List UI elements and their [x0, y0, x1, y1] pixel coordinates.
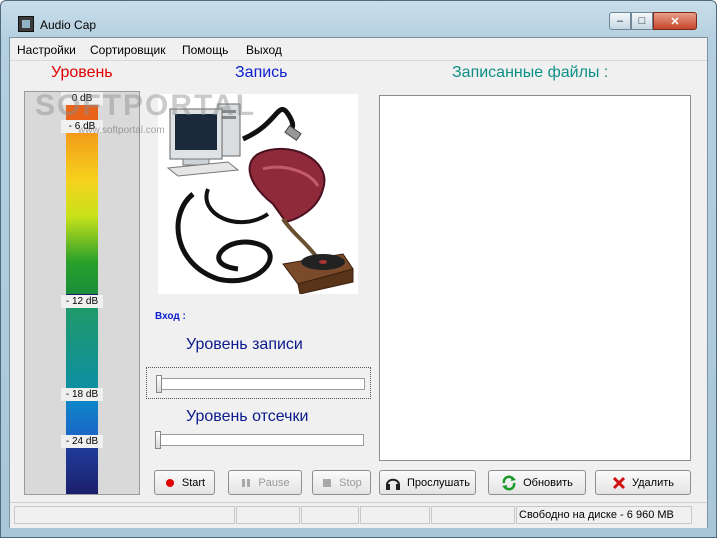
record-level-thumb[interactable] — [156, 375, 162, 393]
record-level-track[interactable] — [157, 378, 365, 390]
record-level-slider-focus — [146, 367, 371, 399]
cutoff-level-thumb[interactable] — [155, 431, 161, 449]
headphones-icon — [385, 476, 401, 490]
pause-button[interactable]: Pause — [228, 470, 302, 495]
recorded-files-header: Записанные файлы : — [452, 64, 609, 81]
disk-space-status: Свободно на диске - 6 960 MB — [516, 506, 692, 524]
delete-button-label: Удалить — [632, 476, 674, 489]
disk-space-value: 6 960 MB — [626, 509, 674, 521]
meter-segment-teal — [66, 307, 98, 388]
pause-button-label: Pause — [258, 476, 290, 489]
start-button-label: Start — [181, 476, 206, 489]
maximize-icon: □ — [638, 15, 646, 27]
meter-label-12db: - 12 dB — [61, 295, 103, 308]
meter-label-6db: - 6 dB — [61, 120, 103, 133]
meter-label-18db: - 18 dB — [61, 388, 103, 401]
status-cell-4 — [360, 506, 430, 524]
meter-segment-blue — [66, 401, 98, 435]
status-cell-5 — [431, 506, 515, 524]
minimize-button[interactable]: – — [609, 12, 631, 30]
record-header: Запись — [235, 64, 288, 81]
app-icon[interactable] — [18, 16, 34, 32]
level-meter-bar — [66, 92, 98, 494]
app-window: Audio Cap – □ ✕ Настройки Сортировщик По… — [0, 0, 717, 538]
input-label: Вход : — [155, 311, 186, 322]
maximize-button[interactable]: □ — [631, 12, 653, 30]
meter-label-0db: 0 dB — [61, 92, 103, 105]
minimize-icon: – — [616, 15, 624, 27]
menu-sorter[interactable]: Сортировщик — [90, 43, 166, 57]
title-bar[interactable]: Audio Cap – □ ✕ — [1, 1, 716, 37]
disk-space-label: Свободно на диске - — [519, 509, 624, 521]
status-cell-2 — [236, 506, 300, 524]
stop-icon — [321, 477, 333, 489]
level-header: Уровень — [51, 64, 113, 81]
meter-segment-warm — [66, 132, 98, 294]
status-cell-3 — [301, 506, 359, 524]
cutoff-level-track[interactable] — [156, 434, 364, 446]
refresh-icon — [501, 475, 517, 491]
menu-help[interactable]: Помощь — [182, 43, 228, 57]
refresh-button[interactable]: Обновить — [488, 470, 586, 495]
menu-bar: Настройки Сортировщик Помощь Выход — [10, 38, 707, 61]
stop-button-label: Stop — [339, 476, 362, 489]
level-meter: 0 dB - 6 dB - 12 dB - 18 dB - 24 dB — [24, 91, 140, 495]
window-title: Audio Cap — [40, 18, 97, 32]
menu-settings[interactable]: Настройки — [17, 43, 76, 57]
stop-button[interactable]: Stop — [312, 470, 371, 495]
close-button[interactable]: ✕ — [653, 12, 697, 30]
listen-button-label: Прослушать — [406, 476, 471, 489]
meter-segment-navy — [66, 448, 98, 494]
app-illustration — [158, 94, 358, 295]
record-dot-icon — [164, 477, 176, 489]
status-cell-1 — [14, 506, 235, 524]
delete-button[interactable]: Удалить — [595, 470, 691, 495]
record-level-label: Уровень записи — [186, 336, 303, 353]
cutoff-level-label: Уровень отсечки — [186, 408, 309, 425]
delete-x-icon — [612, 476, 626, 490]
gramophone-computer-illustration — [166, 103, 354, 295]
main-client-area: Настройки Сортировщик Помощь Выход Урове… — [9, 37, 708, 528]
start-button[interactable]: Start — [154, 470, 215, 495]
meter-segment-red — [66, 104, 98, 120]
refresh-button-label: Обновить — [523, 476, 573, 489]
meter-label-24db: - 24 dB — [61, 435, 103, 448]
recorded-files-list[interactable] — [379, 95, 691, 461]
pause-icon — [240, 477, 252, 489]
status-bar: Свободно на диске - 6 960 MB — [10, 502, 707, 528]
listen-button[interactable]: Прослушать — [379, 470, 476, 495]
menu-exit[interactable]: Выход — [246, 43, 282, 57]
close-icon: ✕ — [670, 15, 680, 28]
